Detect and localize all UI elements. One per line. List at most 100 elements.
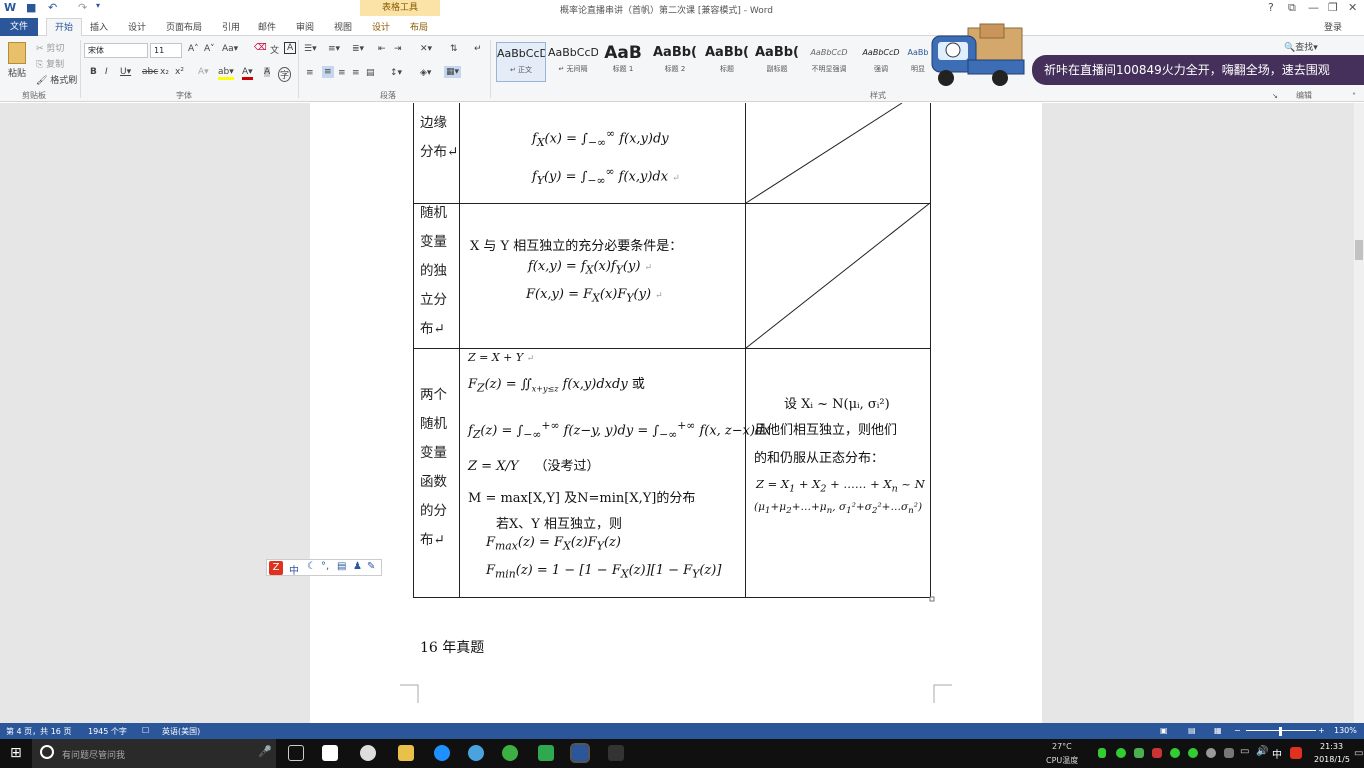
sort-icon[interactable]: ⇅ bbox=[450, 44, 458, 54]
page-count[interactable]: 第 4 页，共 16 页 bbox=[6, 726, 71, 737]
font-name-combo[interactable]: 宋体 bbox=[84, 43, 148, 58]
minimize-button[interactable]: — bbox=[1308, 1, 1319, 14]
style-heading-1[interactable]: AaB 标题 1 bbox=[598, 42, 648, 82]
numbering-icon[interactable]: ≡▾ bbox=[328, 44, 340, 54]
borders-icon[interactable]: ▦▾ bbox=[444, 66, 462, 78]
change-case-icon[interactable]: Aa▾ bbox=[222, 44, 238, 54]
clock-time[interactable]: 21:33 bbox=[1320, 742, 1343, 751]
document-canvas[interactable]: 边缘 分布↵ fX(x) = ∫−∞∞ f(x,y)dy fY(y) = ∫−∞… bbox=[0, 103, 1354, 723]
distributed-icon[interactable]: ▤ bbox=[366, 68, 375, 78]
enclose-char-icon[interactable]: 字 bbox=[278, 67, 292, 82]
tray-icon-1[interactable] bbox=[1116, 748, 1126, 758]
cortana-search-box[interactable]: 有问题尽管问我 🎤 bbox=[32, 739, 276, 768]
zoom-out-icon[interactable]: − bbox=[1234, 726, 1241, 735]
show-marks-icon[interactable]: ↵ bbox=[474, 44, 482, 54]
close-button[interactable]: ✕ bbox=[1348, 1, 1357, 14]
align-right-icon[interactable]: ≡ bbox=[338, 68, 346, 78]
tab-references[interactable]: 引用 bbox=[222, 20, 240, 33]
zoom-in-icon[interactable]: + bbox=[1318, 726, 1325, 735]
phonetic-icon[interactable]: 文 bbox=[270, 43, 279, 56]
zoom-level[interactable]: 130% bbox=[1334, 726, 1357, 735]
document-page[interactable]: 边缘 分布↵ fX(x) = ∫−∞∞ f(x,y)dy fY(y) = ∫−∞… bbox=[310, 103, 1042, 723]
app-icon-s[interactable] bbox=[322, 745, 338, 761]
language-indicator[interactable]: 英语(美国) bbox=[162, 726, 200, 737]
ime-skin-icon[interactable]: ♟ bbox=[353, 561, 362, 572]
strikethrough-icon[interactable]: abc bbox=[142, 67, 158, 77]
copy-button[interactable]: ⎘ 复制 bbox=[36, 57, 64, 70]
quick-access-more-icon[interactable]: ▾ bbox=[96, 1, 100, 10]
microphone-icon[interactable]: 🎤 bbox=[258, 745, 272, 758]
tab-review[interactable]: 审阅 bbox=[296, 20, 314, 33]
ime-punct-icon[interactable]: °, bbox=[321, 561, 329, 572]
network-icon[interactable]: ▭ bbox=[1240, 746, 1249, 757]
tray-icon-2[interactable] bbox=[1134, 748, 1144, 758]
line-spacing-icon[interactable]: ↕▾ bbox=[390, 68, 402, 78]
collapse-ribbon-icon[interactable]: ˄ bbox=[1352, 92, 1356, 101]
windows-start-icon[interactable]: ⊞ bbox=[10, 745, 22, 761]
ie-browser-icon[interactable] bbox=[360, 745, 376, 761]
volume-icon[interactable]: 🔊 bbox=[1256, 746, 1268, 757]
zoom-slider-thumb[interactable] bbox=[1279, 727, 1282, 736]
app-icon-green[interactable] bbox=[502, 745, 518, 761]
ime-keyboard-icon[interactable]: ▤ bbox=[337, 561, 346, 572]
vertical-scrollbar-thumb[interactable] bbox=[1355, 240, 1363, 260]
tray-icon-4[interactable] bbox=[1170, 748, 1180, 758]
tab-insert[interactable]: 插入 bbox=[90, 20, 108, 33]
ribbon-display-button[interactable]: ⧉ bbox=[1288, 1, 1296, 15]
live-stream-banner[interactable]: 祈咔在直播间100849火力全开，嗨翻全场，速去围观 bbox=[1032, 55, 1364, 85]
decrease-indent-icon[interactable]: ⇤ bbox=[378, 44, 386, 54]
save-icon[interactable]: ■ bbox=[26, 1, 36, 14]
browser-icon[interactable] bbox=[468, 745, 484, 761]
word-taskbar-icon[interactable] bbox=[570, 743, 590, 763]
undo-icon[interactable]: ↶ bbox=[48, 1, 57, 14]
task-view-icon[interactable] bbox=[288, 745, 304, 761]
clear-format-icon[interactable]: ⌫ bbox=[254, 43, 267, 53]
chinese-layout-icon[interactable]: ✕▾ bbox=[420, 44, 432, 54]
tray-icon-5[interactable] bbox=[1188, 748, 1198, 758]
vertical-scrollbar[interactable] bbox=[1354, 103, 1364, 723]
italic-icon[interactable]: I bbox=[105, 67, 108, 77]
justify-icon[interactable]: ≡ bbox=[352, 68, 360, 78]
tray-icon-3[interactable] bbox=[1152, 748, 1162, 758]
proofing-icon[interactable]: ☐ bbox=[142, 726, 149, 735]
highlight-icon[interactable]: ab▾ bbox=[218, 67, 234, 80]
style-no-spacing[interactable]: AaBbCcD ↵ 无间隔 bbox=[548, 42, 598, 82]
style-subtitle[interactable]: AaBb( 副标题 bbox=[752, 42, 802, 82]
ime-settings-icon[interactable]: ✎ bbox=[367, 561, 375, 572]
app-icon-bit[interactable] bbox=[538, 745, 554, 761]
char-border-icon[interactable]: A bbox=[284, 42, 297, 54]
tab-mailings[interactable]: 邮件 bbox=[258, 20, 276, 33]
text-effects-icon[interactable]: A▾ bbox=[198, 67, 209, 77]
tab-table-layout[interactable]: 布局 bbox=[410, 20, 428, 33]
app-icon-misc[interactable] bbox=[608, 745, 624, 761]
shading-icon[interactable]: ◈▾ bbox=[420, 68, 431, 78]
tab-file[interactable]: 文件 bbox=[0, 18, 38, 36]
subscript-icon[interactable]: x₂ bbox=[160, 67, 169, 77]
redo-icon[interactable]: ↷ bbox=[78, 1, 87, 14]
tab-design[interactable]: 设计 bbox=[128, 20, 146, 33]
grow-font-icon[interactable]: A˄ bbox=[188, 44, 199, 54]
file-explorer-icon[interactable] bbox=[398, 745, 414, 761]
shrink-font-icon[interactable]: A˅ bbox=[204, 44, 215, 54]
cloud-icon[interactable] bbox=[1206, 748, 1216, 758]
tab-table-design[interactable]: 设计 bbox=[372, 20, 390, 33]
style-heading-2[interactable]: AaBb( 标题 2 bbox=[650, 42, 700, 82]
style-intense[interactable]: AaBb 明显 bbox=[906, 42, 930, 82]
format-painter-button[interactable]: 🖌 格式刷 bbox=[36, 73, 77, 86]
style-title[interactable]: AaBb( 标题 bbox=[702, 42, 752, 82]
notification-icon[interactable]: ▭ bbox=[1354, 748, 1363, 759]
multilevel-list-icon[interactable]: ≣▾ bbox=[352, 44, 364, 54]
cut-button[interactable]: ✂ 剪切 bbox=[36, 41, 64, 54]
battery-icon[interactable] bbox=[1098, 748, 1106, 758]
read-mode-icon[interactable]: ▣ bbox=[1160, 726, 1168, 735]
font-size-combo[interactable]: 11 bbox=[150, 43, 182, 58]
sign-in-link[interactable]: 登录 bbox=[1324, 20, 1342, 33]
style-subtle-emphasis[interactable]: AaBbCcD 不明显强调 bbox=[804, 42, 854, 82]
edge-browser-icon[interactable] bbox=[434, 745, 450, 761]
tab-page-layout[interactable]: 页面布局 bbox=[166, 20, 202, 33]
align-center-icon[interactable]: ≡ bbox=[322, 66, 334, 78]
print-layout-icon[interactable]: ▤ bbox=[1188, 726, 1196, 735]
tab-view[interactable]: 视图 bbox=[334, 20, 352, 33]
ime-toolbar[interactable]: Z 中 ☾ °, ▤ ♟ ✎ bbox=[266, 559, 382, 577]
align-left-icon[interactable]: ≡ bbox=[306, 68, 314, 78]
